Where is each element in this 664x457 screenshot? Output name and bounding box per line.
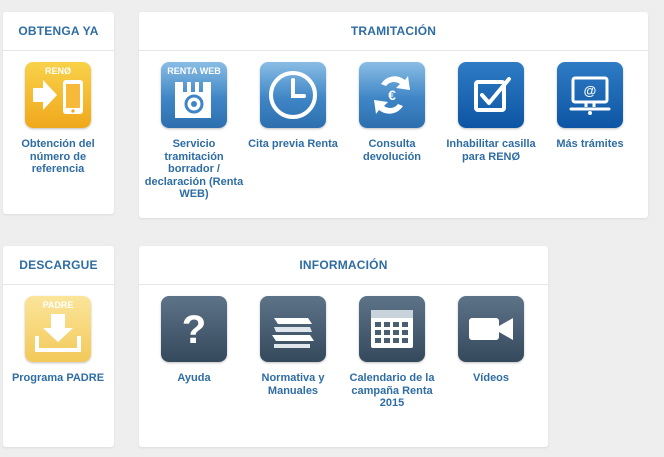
consulta-devolucion-label: Consulta devolución <box>362 138 422 163</box>
ayuda-tile[interactable]: ? Ayuda <box>144 296 244 385</box>
inhabilitar-casilla-tile[interactable]: Inhabilitar casilla para RENØ <box>441 62 541 163</box>
tramitacion-title: TRAMITACIÓN <box>139 12 648 51</box>
normativa-tile[interactable]: Normativa y Manuales <box>243 296 343 397</box>
renta-web-tile[interactable]: RENTA WEB Servicio tramitación borrador … <box>144 62 244 201</box>
reno-transfer-icon: RENØ <box>25 62 91 128</box>
clock-icon <box>260 62 326 128</box>
reference-number-tile[interactable]: RENØ Obtención del número de referencia <box>8 62 108 176</box>
checkbox-icon <box>458 62 524 128</box>
svg-text:€: € <box>388 87 396 103</box>
programa-padre-label: Programa PADRE <box>11 372 105 384</box>
tramitacion-panel: TRAMITACIÓN RENTA WEB Servicio tramitaci… <box>139 12 648 218</box>
reference-number-label: Obtención del número de referencia <box>21 138 95 175</box>
download-icon: PADRE <box>25 296 91 362</box>
cita-previa-label: Cita previa Renta <box>248 138 338 150</box>
question-icon: ? <box>161 296 227 362</box>
cita-previa-tile[interactable]: Cita previa Renta <box>243 62 343 151</box>
videos-label: Vídeos <box>472 372 510 384</box>
calendario-label: Calendario de la campaña Renta 2015 <box>349 372 435 409</box>
informacion-panel: INFORMACIÓN ? Ayuda Normativa y Manuales <box>139 246 548 447</box>
ayuda-label: Ayuda <box>177 372 211 384</box>
books-icon <box>260 296 326 362</box>
renta-web-label: Servicio tramitación borrador / declarac… <box>144 138 244 200</box>
calendario-tile[interactable]: Calendario de la campaña Renta 2015 <box>342 296 442 410</box>
normativa-label: Normativa y Manuales <box>261 372 325 397</box>
computer-at-icon: @ <box>557 62 623 128</box>
videos-tile[interactable]: Vídeos <box>441 296 541 385</box>
descargue-title: DESCARGUE <box>3 246 114 285</box>
renta-web-icon: RENTA WEB <box>161 62 227 128</box>
descargue-panel: DESCARGUE PADRE Programa PADRE <box>3 246 114 447</box>
programa-padre-tile[interactable]: PADRE Programa PADRE <box>8 296 108 385</box>
informacion-title: INFORMACIÓN <box>139 246 548 285</box>
svg-text:?: ? <box>182 308 206 352</box>
video-camera-icon <box>458 296 524 362</box>
svg-text:@: @ <box>584 83 597 98</box>
obtenga-title: OBTENGA YA <box>3 12 114 51</box>
calendar-icon <box>359 296 425 362</box>
mas-tramites-label: Más trámites <box>556 138 624 150</box>
obtenga-panel: OBTENGA YA RENØ Obtención del número de … <box>3 12 114 214</box>
euro-refund-icon: € <box>359 62 425 128</box>
inhabilitar-casilla-label: Inhabilitar casilla para RENØ <box>446 138 536 163</box>
consulta-devolucion-tile[interactable]: € Consulta devolución <box>342 62 442 163</box>
mas-tramites-tile[interactable]: @ Más trámites <box>540 62 640 151</box>
